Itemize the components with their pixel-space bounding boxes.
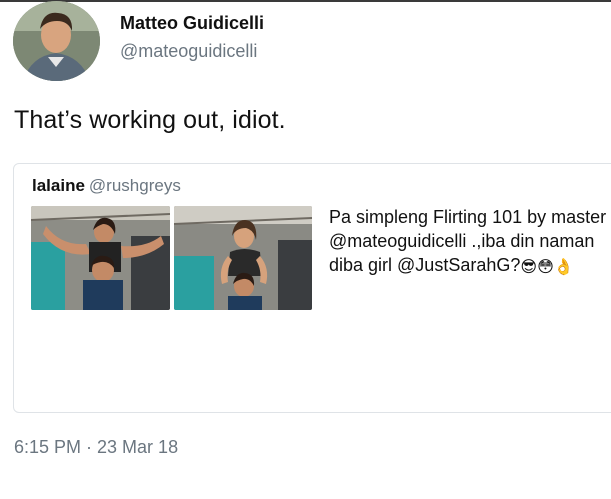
quoted-photo-2[interactable] <box>174 206 312 310</box>
tweet-timestamp[interactable]: 6:15 PM · 23 Mar 18 <box>14 437 178 458</box>
quoted-tweet-card[interactable]: lalaine @rushgreys Pa simpleng Flirting … <box>13 163 611 413</box>
avatar[interactable] <box>13 1 100 81</box>
sunglasses-emoji-icon: 😎 <box>520 259 538 276</box>
quoted-handle[interactable]: @rushgreys <box>89 176 181 195</box>
display-name[interactable]: Matteo Guidicelli <box>120 13 264 34</box>
quoted-tweet-text: Pa simpleng Flirting 101 by master @mate… <box>329 205 611 277</box>
ok-hand-emoji-icon: 👌 <box>553 259 574 276</box>
quoted-photo-1[interactable] <box>31 206 170 310</box>
tweet-text: That’s working out, idiot. <box>14 106 286 134</box>
quoted-display-name[interactable]: lalaine <box>32 176 85 195</box>
quoted-author: lalaine @rushgreys <box>32 176 181 196</box>
user-handle[interactable]: @mateoguidicelli <box>120 41 257 62</box>
top-divider <box>0 0 611 2</box>
flushed-emoji-icon: 😳 <box>537 259 554 276</box>
